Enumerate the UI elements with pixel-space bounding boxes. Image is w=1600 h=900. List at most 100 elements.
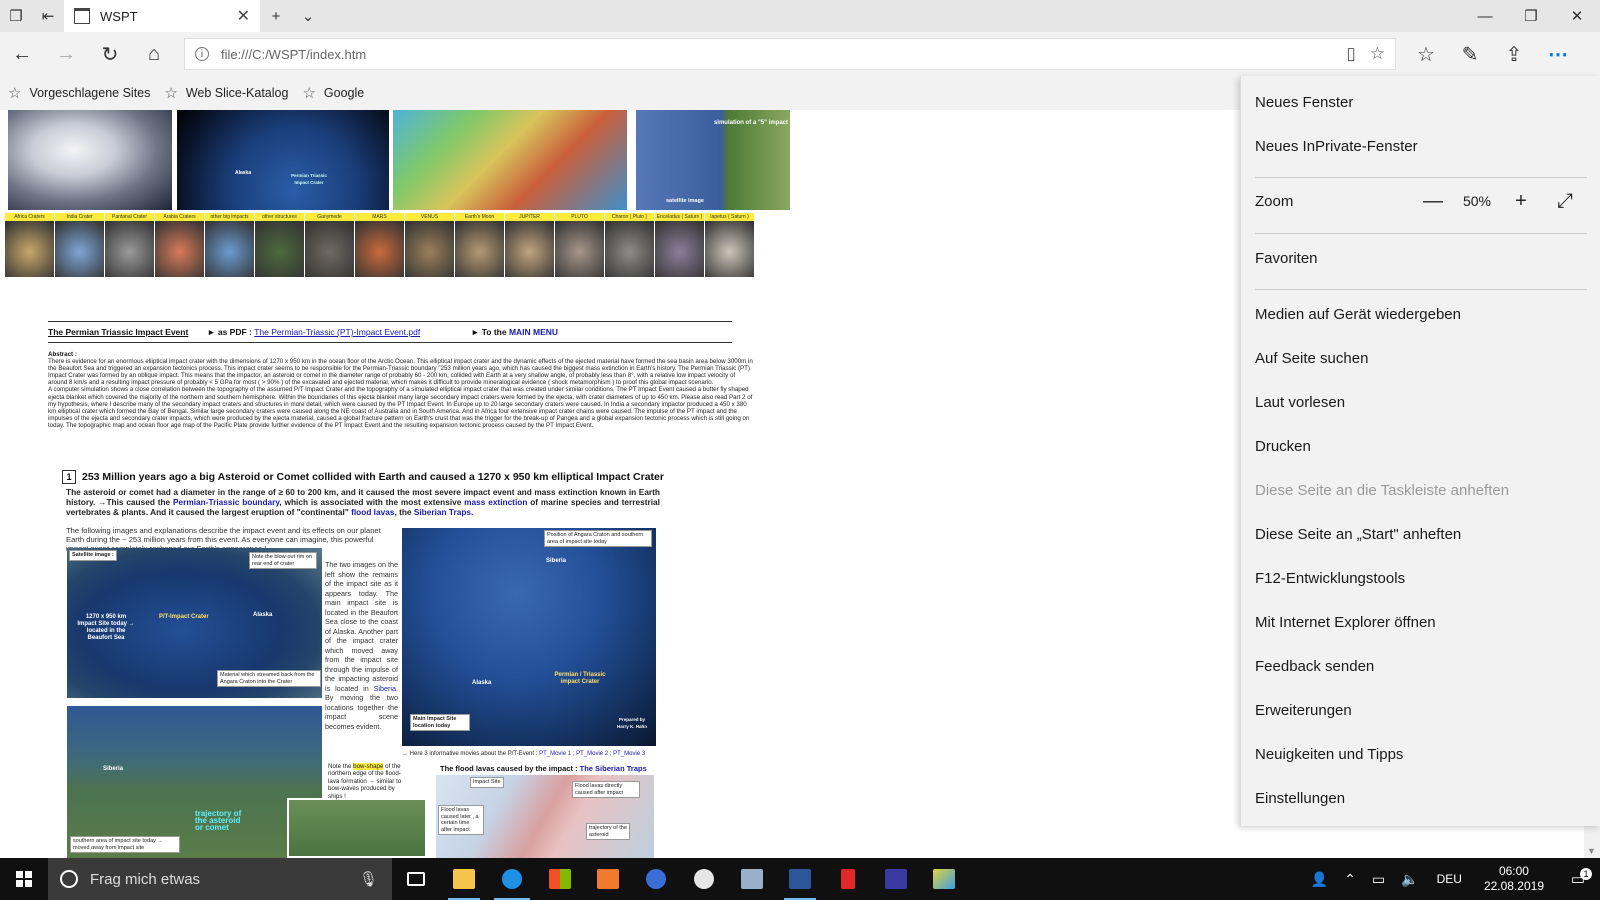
satellite-impact-site-image[interactable]: Satellite image : Note the blow-out rim … bbox=[67, 548, 322, 698]
fullscreen-icon[interactable]: ⤢ bbox=[1543, 190, 1587, 213]
taskbar-app-5[interactable] bbox=[632, 858, 680, 900]
thumbnail-item[interactable]: MARS bbox=[355, 213, 404, 277]
reading-view-icon[interactable]: ▯ bbox=[1346, 44, 1355, 64]
flood-lava-inset-image[interactable] bbox=[287, 798, 427, 858]
taskbar-store[interactable] bbox=[536, 858, 584, 900]
thumbnail-item[interactable]: VENUS bbox=[405, 213, 454, 277]
menu-open-ie[interactable]: Mit Internet Explorer öffnen bbox=[1255, 614, 1436, 631]
action-center-button[interactable]: ▭ 1 bbox=[1556, 868, 1600, 888]
taskbar-clock[interactable]: 06:00 22.08.2019 bbox=[1472, 864, 1556, 894]
menu-extensions[interactable]: Erweiterungen bbox=[1255, 702, 1352, 719]
banner-simulation-image[interactable]: simulation of a "5" impact satellite ima… bbox=[636, 110, 790, 210]
siberia-trajectory-image[interactable]: Siberia trajectory of the asteroid or co… bbox=[67, 706, 322, 858]
favorite-suggested-sites[interactable]: ☆ Vorgeschlagene Sites bbox=[8, 84, 150, 102]
tab-close-icon[interactable]: ✕ bbox=[237, 6, 250, 26]
restore-icon[interactable]: ❐ bbox=[1508, 0, 1554, 32]
address-url[interactable]: file:///C:/WSPT/index.htm bbox=[221, 47, 1332, 62]
thumbnail-item[interactable]: other big impacts bbox=[205, 213, 254, 277]
menu-print[interactable]: Drucken bbox=[1255, 438, 1311, 455]
web-note-icon[interactable]: ✎ bbox=[1448, 32, 1492, 76]
movie-3-link[interactable]: PT_Movie 3 bbox=[613, 751, 645, 757]
menu-settings[interactable]: Einstellungen bbox=[1255, 790, 1345, 807]
movie-2-link[interactable]: PT_Movie 2 bbox=[576, 751, 608, 757]
taskbar-app-11[interactable] bbox=[920, 858, 968, 900]
banner-impact-image[interactable] bbox=[8, 110, 172, 210]
microphone-icon[interactable]: 🎙 bbox=[359, 870, 378, 888]
menu-new-inprivate[interactable]: Neues InPrivate-Fenster bbox=[1255, 138, 1418, 155]
siberian-traps-link[interactable]: Siberian Traps. bbox=[414, 507, 473, 517]
close-window-icon[interactable]: ✕ bbox=[1554, 0, 1600, 32]
taskbar-explorer[interactable] bbox=[440, 858, 488, 900]
thumbnail-item[interactable]: Ganymede bbox=[305, 213, 354, 277]
banner-globe-image[interactable]: Alaska Permian Triassic Impact Crater bbox=[177, 110, 389, 210]
zoom-in-icon[interactable]: + bbox=[1499, 190, 1543, 213]
menu-new-window[interactable]: Neues Fenster bbox=[1255, 94, 1353, 111]
thumbnail-item[interactable]: PLUTO bbox=[555, 213, 604, 277]
menu-read-aloud[interactable]: Laut vorlesen bbox=[1255, 394, 1345, 411]
menu-feedback[interactable]: Feedback senden bbox=[1255, 658, 1374, 675]
menu-news-tips[interactable]: Neuigkeiten und Tipps bbox=[1255, 746, 1403, 763]
thumbnail-item[interactable]: Pantanal Crater bbox=[105, 213, 154, 277]
more-menu-icon[interactable]: ⋯ bbox=[1536, 32, 1580, 76]
menu-devtools[interactable]: F12-Entwicklungstools bbox=[1255, 570, 1405, 587]
minimize-icon[interactable]: — bbox=[1462, 0, 1508, 32]
tab-manager-icon[interactable]: ❐ bbox=[0, 0, 32, 32]
people-icon[interactable]: 👤 bbox=[1303, 871, 1336, 888]
refresh-icon[interactable]: ↻ bbox=[88, 32, 132, 76]
home-icon[interactable]: ⌂ bbox=[132, 32, 176, 76]
address-bar[interactable]: i file:///C:/WSPT/index.htm ▯ ☆ bbox=[184, 38, 1396, 70]
thumbnail-item[interactable]: Earth's Moon bbox=[455, 213, 504, 277]
taskbar-app-9[interactable] bbox=[824, 858, 872, 900]
thumbnail-item[interactable]: other structures bbox=[255, 213, 304, 277]
new-tab-icon[interactable]: + bbox=[260, 0, 292, 32]
thumbnail-item[interactable]: Arabia Craters bbox=[155, 213, 204, 277]
start-button[interactable] bbox=[0, 858, 48, 900]
thumbnail-item[interactable]: India Crater bbox=[55, 213, 104, 277]
favorite-web-slice[interactable]: ☆ Web Slice-Katalog bbox=[164, 84, 288, 102]
back-icon[interactable]: ← bbox=[0, 32, 44, 76]
siberia-link[interactable]: Siberia bbox=[374, 684, 396, 693]
thumbnail-item[interactable]: Charon ( Pluto ) bbox=[605, 213, 654, 277]
site-info-icon[interactable]: i bbox=[195, 47, 209, 61]
siberian-traps-link-2[interactable]: The Siberian Traps bbox=[580, 764, 647, 773]
zoom-out-icon[interactable]: — bbox=[1411, 190, 1455, 213]
favorite-google[interactable]: ☆ Google bbox=[302, 84, 364, 102]
movie-1-link[interactable]: PT_Movie 1 bbox=[539, 751, 571, 757]
thumbnail-item[interactable]: Iapetus ( Saturn ) bbox=[705, 213, 754, 277]
main-menu-link[interactable]: MAIN MENU bbox=[509, 327, 558, 337]
tab-wspt[interactable]: WSPT ✕ bbox=[64, 0, 260, 32]
menu-favorites[interactable]: Favoriten bbox=[1255, 250, 1318, 267]
tray-chevron-icon[interactable]: ⌃ bbox=[1336, 871, 1364, 888]
favorites-hub-icon[interactable]: ☆ bbox=[1404, 32, 1448, 76]
scroll-down-icon[interactable]: ▼ bbox=[1587, 846, 1596, 856]
flood-lavas-link[interactable]: flood lavas bbox=[351, 507, 394, 517]
taskbar-app-7[interactable] bbox=[728, 858, 776, 900]
set-aside-tabs-icon[interactable]: ⇤ bbox=[32, 0, 64, 32]
taskbar-app-10[interactable] bbox=[872, 858, 920, 900]
thumbnail-item[interactable]: Africa Craters bbox=[5, 213, 54, 277]
taskbar-word[interactable] bbox=[776, 858, 824, 900]
titlebar-drag-area[interactable] bbox=[324, 0, 1462, 32]
thumbnail-item[interactable]: Enceladus ( Saturn ) bbox=[655, 213, 704, 277]
thumbnail-item[interactable]: JUPITER bbox=[505, 213, 554, 277]
battery-icon[interactable]: ▭ bbox=[1364, 871, 1393, 888]
menu-find-on-page[interactable]: Auf Seite suchen bbox=[1255, 350, 1368, 367]
siberian-traps-map-image[interactable]: Impact Site Flood lavas directly caused … bbox=[436, 775, 654, 858]
taskbar-media[interactable] bbox=[584, 858, 632, 900]
tab-preview-chevron-icon[interactable]: ⌄ bbox=[292, 0, 324, 32]
add-favorite-icon[interactable]: ☆ bbox=[1370, 44, 1385, 64]
pdf-link[interactable]: The Permian-Triassic (PT)-Impact Event.p… bbox=[254, 327, 420, 337]
taskbar-clock-app[interactable] bbox=[680, 858, 728, 900]
permian-triassic-link[interactable]: Permian-Triassic boundary bbox=[173, 497, 279, 507]
cortana-search-box[interactable]: Frag mich etwas 🎙 bbox=[48, 858, 392, 900]
taskbar-edge[interactable] bbox=[488, 858, 536, 900]
share-icon[interactable]: ⇪ bbox=[1492, 32, 1536, 76]
volume-icon[interactable]: 🔈 bbox=[1393, 871, 1426, 888]
menu-cast-media[interactable]: Medien auf Gerät wiedergeben bbox=[1255, 306, 1461, 323]
globe-impact-position-image[interactable]: Position of Angara Craton and southern a… bbox=[402, 528, 656, 746]
banner-topo-map-image[interactable] bbox=[393, 110, 627, 210]
input-language[interactable]: DEU bbox=[1427, 872, 1472, 886]
task-view-button[interactable] bbox=[392, 858, 440, 900]
forward-icon[interactable]: → bbox=[44, 32, 88, 76]
menu-pin-start[interactable]: Diese Seite an „Start" anheften bbox=[1255, 526, 1461, 543]
